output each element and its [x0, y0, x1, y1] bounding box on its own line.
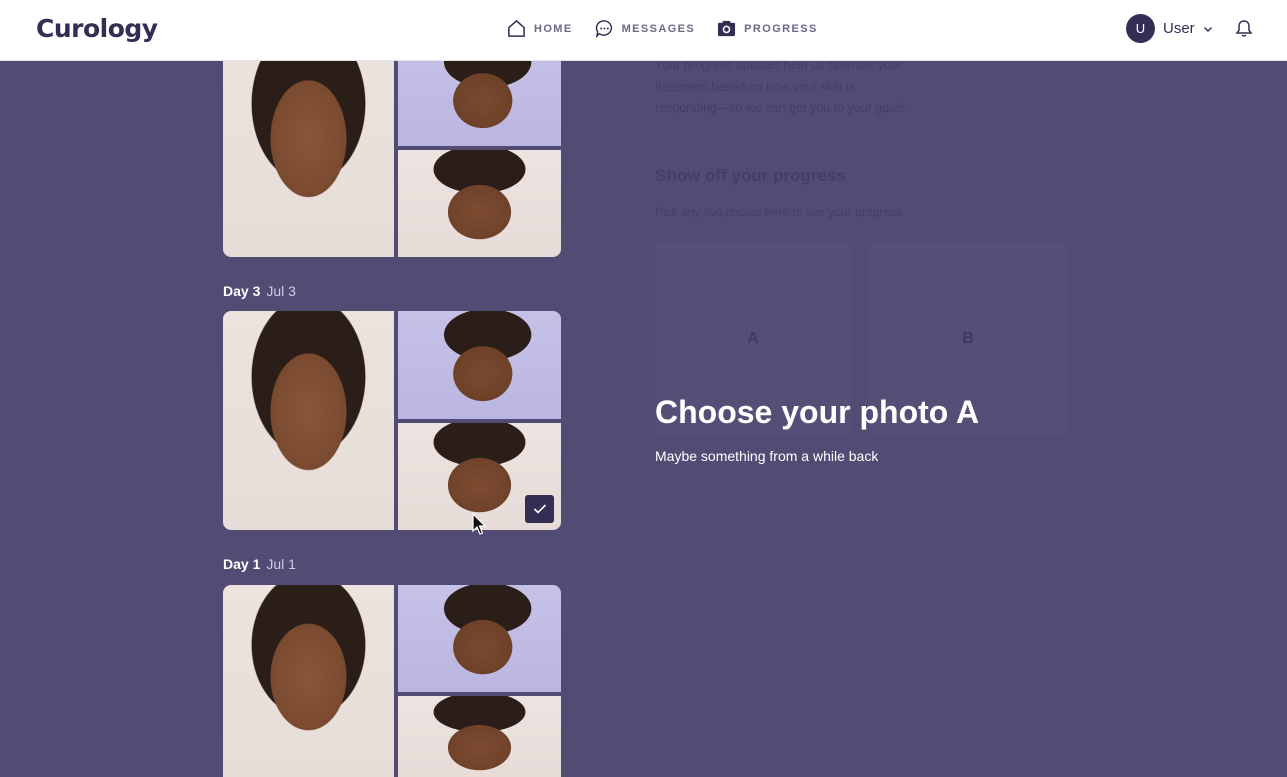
- profile-photo[interactable]: [398, 585, 561, 692]
- chevron-down-icon: [1203, 26, 1212, 32]
- selected-checkbox[interactable]: [525, 495, 554, 523]
- day-date: Jul 3: [266, 283, 296, 299]
- day-label: Day 1 Jul 1: [223, 556, 296, 572]
- progress-section-title: Show off your progress: [655, 166, 846, 185]
- bell-icon[interactable]: [1235, 19, 1253, 38]
- avatar: U: [1126, 14, 1155, 43]
- nav-home-label: HOME: [534, 22, 573, 35]
- angle-photo[interactable]: [398, 149, 561, 257]
- day-number: Day 1: [223, 556, 261, 572]
- camera-icon: [718, 20, 736, 37]
- photo-slot-a-label: A: [747, 330, 759, 347]
- nav-home[interactable]: HOME: [507, 19, 573, 38]
- top-navbar: Curology HOME MESSAGES PROGRESS U User: [0, 0, 1287, 61]
- photo-set[interactable]: [223, 38, 561, 257]
- prompt-title: Choose your photo A: [655, 394, 980, 430]
- user-menu[interactable]: U User: [1126, 14, 1213, 43]
- nav-messages-label: MESSAGES: [621, 22, 696, 35]
- photo-slot-b-label: B: [962, 330, 974, 347]
- chat-icon: [595, 20, 612, 38]
- day-number: Day 3: [223, 283, 261, 299]
- profile-photo[interactable]: [398, 311, 561, 419]
- prompt-subtitle: Maybe something from a while back: [655, 448, 879, 464]
- day-date: Jul 1: [266, 556, 296, 572]
- front-photo[interactable]: [223, 585, 394, 777]
- main-nav: HOME MESSAGES PROGRESS: [507, 19, 818, 38]
- user-name: User: [1163, 20, 1195, 37]
- angle-photo[interactable]: [398, 696, 561, 777]
- progress-section-subtitle: Pick any two photos here to see your pro…: [655, 205, 902, 219]
- day-label: Day 3 Jul 3: [223, 283, 296, 299]
- nav-messages[interactable]: MESSAGES: [595, 19, 696, 38]
- home-icon: [508, 19, 525, 37]
- photo-set[interactable]: [223, 311, 561, 530]
- photo-set[interactable]: [223, 585, 561, 777]
- progress-intro-text: Your progress updates help us optimize y…: [655, 58, 909, 115]
- nav-progress[interactable]: PROGRESS: [717, 19, 818, 38]
- curology-logo[interactable]: Curology: [36, 14, 158, 43]
- checkmark-icon: [533, 504, 546, 514]
- mouse-cursor-icon: [472, 513, 486, 535]
- front-photo[interactable]: [223, 38, 394, 257]
- nav-progress-label: PROGRESS: [744, 22, 818, 35]
- front-photo[interactable]: [223, 311, 394, 530]
